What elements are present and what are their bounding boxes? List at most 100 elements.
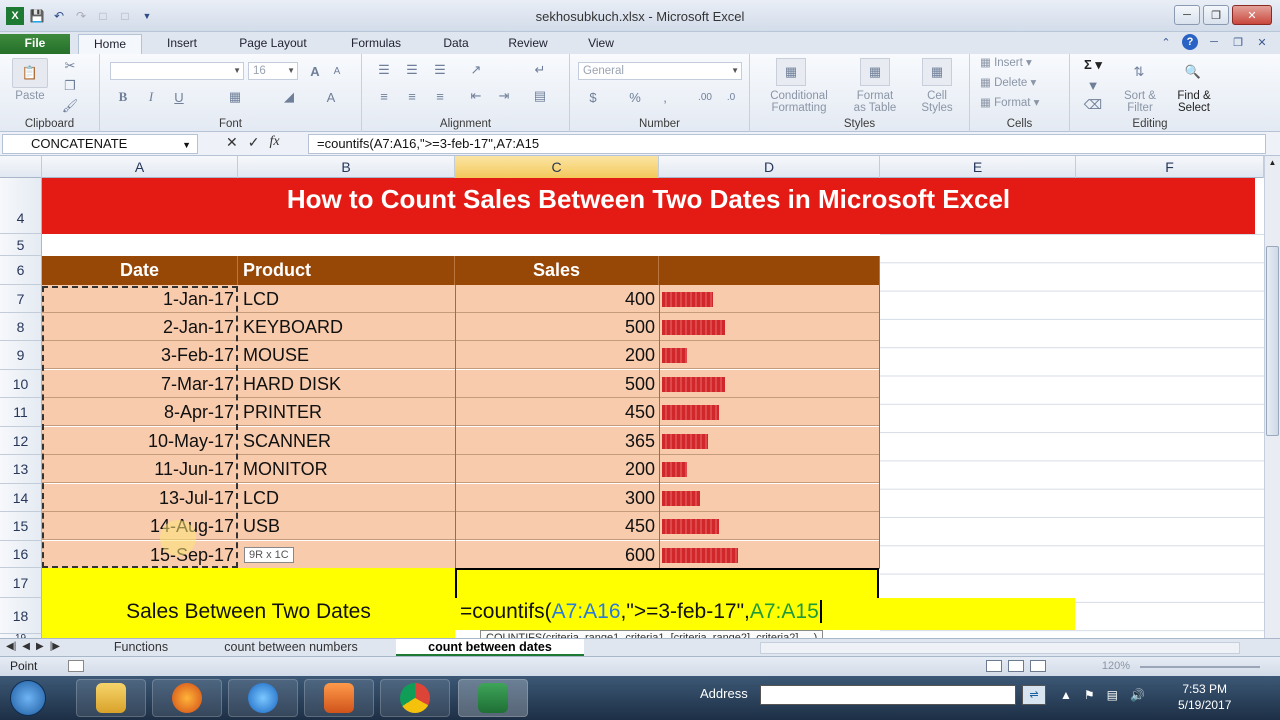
underline-icon[interactable]: U: [170, 88, 188, 106]
row-header[interactable]: 18: [0, 598, 42, 634]
row-header[interactable]: 13: [0, 455, 42, 484]
product-cell[interactable]: LCD: [243, 285, 453, 313]
product-cell[interactable]: MOUSE: [243, 341, 453, 369]
row-header[interactable]: 12: [0, 427, 42, 455]
tray-arrow-icon[interactable]: ▲: [1060, 688, 1072, 702]
product-cell[interactable]: MONITOR: [243, 455, 453, 483]
first-sheet-icon[interactable]: ◀|: [6, 641, 16, 652]
cell-styles-button[interactable]: Cell Styles: [912, 90, 962, 114]
align-center-icon[interactable]: ≡: [402, 88, 422, 104]
page-break-view-icon[interactable]: [1030, 660, 1046, 672]
tab-formulas[interactable]: Formulas: [340, 34, 412, 54]
fill-color-icon[interactable]: ◢: [280, 88, 298, 106]
decrease-decimal-icon[interactable]: .0: [720, 88, 742, 106]
page-layout-view-icon[interactable]: [1008, 660, 1024, 672]
address-input[interactable]: [760, 685, 1016, 705]
restore-button[interactable]: ❐: [1203, 5, 1229, 25]
row-header[interactable]: 14: [0, 484, 42, 512]
horizontal-scrollbar[interactable]: [760, 642, 1240, 654]
format-as-table-icon[interactable]: ▦: [860, 58, 890, 86]
align-bottom-icon[interactable]: ☰: [430, 62, 450, 78]
align-right-icon[interactable]: ≡: [430, 88, 450, 104]
orientation-icon[interactable]: ↗: [466, 62, 486, 78]
start-button-icon[interactable]: [10, 680, 46, 716]
row-header[interactable]: 17: [0, 568, 42, 598]
workbook-close-icon[interactable]: ✕: [1254, 34, 1270, 50]
row-header[interactable]: 4: [0, 178, 42, 234]
sales-cell[interactable]: 500: [455, 313, 655, 341]
format-painter-icon[interactable]: 🖌: [62, 98, 79, 114]
vertical-scrollbar[interactable]: ▲: [1264, 156, 1280, 638]
merge-center-icon[interactable]: ▤: [530, 88, 550, 104]
sales-cell[interactable]: 400: [455, 285, 655, 313]
tab-insert[interactable]: Insert: [160, 34, 204, 54]
volume-icon[interactable]: 🔊: [1130, 688, 1145, 702]
header-product[interactable]: Product: [238, 256, 455, 285]
address-go-icon[interactable]: ⇌: [1022, 685, 1046, 705]
row-header[interactable]: 9: [0, 341, 42, 370]
header-sales[interactable]: Sales: [455, 256, 659, 285]
insert-function-icon[interactable]: fx: [269, 134, 279, 151]
tab-page-layout[interactable]: Page Layout: [228, 34, 318, 54]
currency-icon[interactable]: $: [584, 88, 602, 106]
product-cell[interactable]: KEYBOARD: [243, 313, 453, 341]
cell-styles-icon[interactable]: ▦: [922, 58, 952, 86]
shrink-font-icon[interactable]: A: [328, 62, 346, 80]
column-header-f[interactable]: F: [1076, 156, 1264, 178]
prev-sheet-icon[interactable]: ◀: [22, 641, 30, 652]
taskbar-chrome[interactable]: [380, 679, 450, 717]
minimize-ribbon-icon[interactable]: ⌃: [1158, 34, 1174, 50]
product-cell[interactable]: USB: [243, 512, 453, 540]
scroll-thumb[interactable]: [1266, 246, 1279, 436]
row-header[interactable]: 6: [0, 256, 42, 285]
percent-icon[interactable]: %: [626, 88, 644, 106]
fill-icon[interactable]: ▼: [1078, 76, 1108, 94]
sales-cell[interactable]: 450: [455, 398, 655, 426]
column-header-d[interactable]: D: [659, 156, 880, 178]
sort-filter-button[interactable]: Sort & Filter: [1114, 90, 1166, 114]
column-header-b[interactable]: B: [238, 156, 455, 178]
taskbar-firefox[interactable]: [152, 679, 222, 717]
tab-home[interactable]: Home: [78, 34, 142, 54]
column-header-c[interactable]: C: [455, 156, 659, 178]
sales-cell[interactable]: 365: [455, 427, 655, 455]
workbook-restore-icon[interactable]: ❐: [1230, 34, 1246, 50]
help-icon[interactable]: ?: [1182, 34, 1198, 50]
scroll-up-icon[interactable]: ▲: [1265, 156, 1280, 170]
conditional-formatting-button[interactable]: Conditional Formatting: [756, 90, 842, 114]
font-name-combo[interactable]: ▼: [110, 62, 244, 80]
font-color-icon[interactable]: A: [322, 88, 340, 106]
paste-label[interactable]: Paste: [8, 90, 52, 102]
autosum-icon[interactable]: Σ ▾: [1078, 56, 1108, 74]
minimize-button[interactable]: ─: [1174, 5, 1200, 25]
workbook-minimize-icon[interactable]: ─: [1206, 34, 1222, 50]
sales-cell[interactable]: 200: [455, 455, 655, 483]
clock[interactable]: 7:53 PM 5/19/2017: [1178, 681, 1231, 713]
last-sheet-icon[interactable]: |▶: [50, 641, 60, 652]
taskbar-ie[interactable]: [228, 679, 298, 717]
select-all-corner[interactable]: [0, 156, 42, 178]
name-box[interactable]: CONCATENATE ▼: [2, 134, 198, 154]
sort-filter-icon[interactable]: ⇅: [1124, 58, 1154, 86]
wrap-text-icon[interactable]: ↵: [530, 62, 550, 78]
normal-view-icon[interactable]: [986, 660, 1002, 672]
delete-cells-button[interactable]: ▦ Delete ▾: [980, 77, 1060, 89]
paste-icon[interactable]: 📋: [12, 58, 48, 88]
macro-record-icon[interactable]: [68, 660, 84, 672]
tab-review[interactable]: Review: [502, 34, 554, 54]
sales-cell[interactable]: 450: [455, 512, 655, 540]
sales-cell[interactable]: 300: [455, 484, 655, 512]
tab-file[interactable]: File: [0, 34, 70, 54]
close-button[interactable]: ✕: [1232, 5, 1272, 25]
zoom-slider[interactable]: [1140, 666, 1260, 668]
increase-indent-icon[interactable]: ⇥: [494, 88, 514, 104]
row-header[interactable]: 16: [0, 541, 42, 568]
enter-icon[interactable]: ✓: [248, 134, 260, 151]
conditional-formatting-icon[interactable]: ▦: [776, 58, 806, 86]
formula-input[interactable]: =countifs(A7:A16,">=3-feb-17",A7:A15: [308, 134, 1266, 154]
number-format-combo[interactable]: General ▼: [578, 62, 742, 80]
find-select-icon[interactable]: 🔍: [1178, 58, 1208, 86]
product-cell[interactable]: SCANNER: [243, 427, 453, 455]
column-header-a[interactable]: A: [42, 156, 238, 178]
row-header[interactable]: 5: [0, 234, 42, 256]
